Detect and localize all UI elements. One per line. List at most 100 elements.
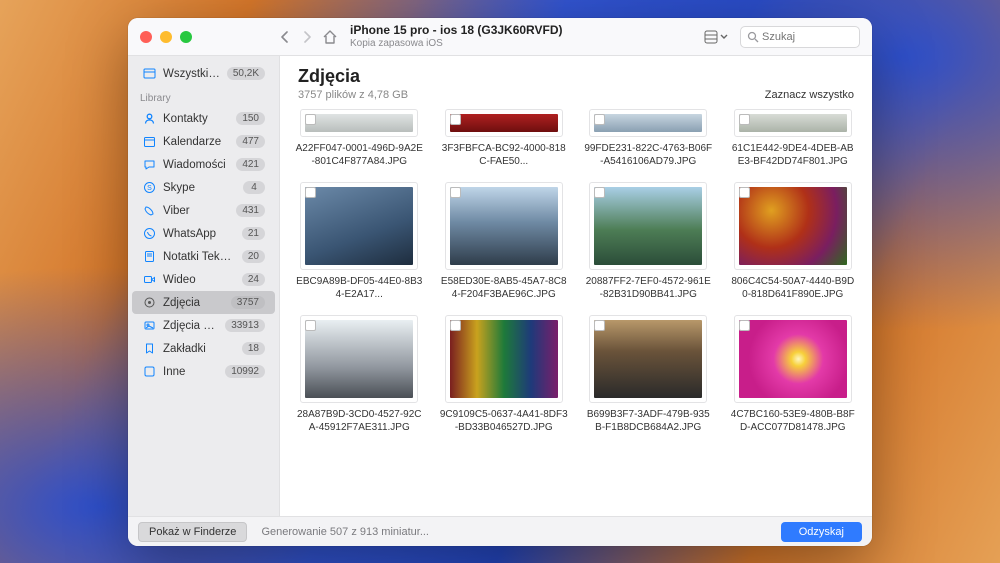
- thumbnail-cell[interactable]: EBC9A89B-DF05-44E0-8B34-E2A17...: [294, 182, 425, 301]
- thumbnail[interactable]: [589, 182, 707, 270]
- thumbnail-filename: B699B3F7-3ADF-479B-935B-F1B8DCB684A2.JPG: [584, 409, 712, 434]
- thumbnail-cell[interactable]: 3F3FBFCA-BC92-4000-818C-FAE50...: [439, 109, 570, 168]
- thumbnail-image: [305, 320, 413, 398]
- sidebar-item-label: Wideo: [163, 274, 235, 286]
- search-input[interactable]: [762, 31, 852, 43]
- bookmarks-icon: [142, 342, 156, 355]
- thumbnail[interactable]: [734, 109, 852, 137]
- sidebar-item-bookmarks[interactable]: Zakładki18: [132, 337, 275, 360]
- thumbnail[interactable]: [734, 315, 852, 403]
- thumbnail-checkbox[interactable]: [450, 114, 461, 125]
- view-options-button[interactable]: [700, 28, 732, 46]
- notes-icon: [142, 250, 156, 263]
- thumbnail[interactable]: [445, 109, 563, 137]
- thumbnail-checkbox[interactable]: [594, 114, 605, 125]
- sidebar-item-badge: 50,2K: [227, 67, 265, 80]
- forward-button[interactable]: [302, 31, 312, 43]
- search-field[interactable]: [740, 26, 860, 48]
- sidebar-item-label: Zdjęcia aplikacji: [163, 320, 218, 332]
- select-all-link[interactable]: Zaznacz wszystko: [765, 89, 854, 101]
- sidebar-item-photos[interactable]: Zdjęcia3757: [132, 291, 275, 314]
- thumbnail-checkbox[interactable]: [305, 320, 316, 331]
- sidebar-item-skype[interactable]: SSkype4: [132, 176, 275, 199]
- status-text: Generowanie 507 z 913 miniatur...: [261, 526, 780, 538]
- thumbnail-cell[interactable]: 20887FF2-7EF0-4572-961E-82B31D90BB41.JPG: [583, 182, 714, 301]
- thumbnail-image: [450, 114, 558, 132]
- thumbnail[interactable]: [734, 182, 852, 270]
- chat-icon: [142, 158, 156, 171]
- window-subtitle: Kopia zapasowa iOS: [350, 38, 700, 49]
- sidebar-item-other[interactable]: Inne10992: [132, 360, 275, 383]
- thumbnail-image: [594, 320, 702, 398]
- sidebar-item-all-files[interactable]: Wszystkie pliki 50,2K: [132, 62, 275, 85]
- thumbnail-image: [594, 114, 702, 132]
- close-window-button[interactable]: [140, 31, 152, 43]
- sidebar-item-label: Viber: [163, 205, 229, 217]
- thumbnail-checkbox[interactable]: [450, 187, 461, 198]
- page-subtitle: 3757 plików z 4,78 GB: [298, 89, 408, 101]
- sidebar: Wszystkie pliki 50,2K Library Kontakty15…: [128, 56, 280, 516]
- zoom-window-button[interactable]: [180, 31, 192, 43]
- other-icon: [142, 365, 156, 378]
- sidebar-item-calendar[interactable]: Kalendarze477: [132, 130, 275, 153]
- thumbnail-cell[interactable]: 806C4C54-50A7-4440-B9D0-818D641F890E.JPG: [728, 182, 859, 301]
- thumbnail-checkbox[interactable]: [305, 187, 316, 198]
- recover-button[interactable]: Odzyskaj: [781, 522, 862, 542]
- thumbnail-cell[interactable]: 61C1E442-9DE4-4DEB-ABE3-BF42DD74F801.JPG: [728, 109, 859, 168]
- thumbnail[interactable]: [300, 182, 418, 270]
- thumbnail-checkbox[interactable]: [594, 320, 605, 331]
- thumbnail-cell[interactable]: 9C9109C5-0637-4A41-8DF3-BD33B046527D.JPG: [439, 315, 570, 434]
- thumbnail-checkbox[interactable]: [739, 114, 750, 125]
- sidebar-item-notes[interactable]: Notatki Tekstowe 20: [132, 245, 275, 268]
- thumbnail-cell[interactable]: 28A87B9D-3CD0-4527-92CA-45912F7AE311.JPG: [294, 315, 425, 434]
- sidebar-section-label: Library: [128, 85, 279, 107]
- page-title: Zdjęcia: [298, 66, 408, 87]
- titlebar: iPhone 15 pro - ios 18 (G3JK60RVFD) Kopi…: [128, 18, 872, 56]
- thumbnail-cell[interactable]: 99FDE231-822C-4763-B06F-A5416106AD79.JPG: [583, 109, 714, 168]
- sidebar-item-badge: 20: [242, 250, 265, 263]
- back-button[interactable]: [280, 31, 290, 43]
- thumbnail[interactable]: [589, 109, 707, 137]
- sidebar-item-label: Notatki Tekstowe: [163, 251, 235, 263]
- thumbnail-checkbox[interactable]: [594, 187, 605, 198]
- sidebar-item-label: WhatsApp: [163, 228, 235, 240]
- thumbnail[interactable]: [445, 182, 563, 270]
- sidebar-item-appphotos[interactable]: Zdjęcia aplikacji33913: [132, 314, 275, 337]
- thumbnail-checkbox[interactable]: [739, 187, 750, 198]
- thumbnail-cell[interactable]: 4C7BC160-53E9-480B-B8FD-ACC077D81478.JPG: [728, 315, 859, 434]
- thumbnail[interactable]: [589, 315, 707, 403]
- thumbnail-filename: 3F3FBFCA-BC92-4000-818C-FAE50...: [440, 143, 568, 168]
- sidebar-item-badge: 18: [242, 342, 265, 355]
- home-icon[interactable]: [322, 29, 338, 45]
- thumbnail-cell[interactable]: B699B3F7-3ADF-479B-935B-F1B8DCB684A2.JPG: [583, 315, 714, 434]
- thumbnail-cell[interactable]: E58ED30E-8AB5-45A7-8C84-F204F3BAE96C.JPG: [439, 182, 570, 301]
- thumbnail-checkbox[interactable]: [305, 114, 316, 125]
- thumbnail-grid: A22FF047-0001-496D-9A2E-801C4F877A84.JPG…: [294, 109, 858, 434]
- appphotos-icon: [142, 319, 156, 332]
- thumbnail-filename: 806C4C54-50A7-4440-B9D0-818D641F890E.JPG: [729, 276, 857, 301]
- sidebar-item-label: Skype: [163, 182, 236, 194]
- sidebar-item-contacts[interactable]: Kontakty150: [132, 107, 275, 130]
- thumbnail-filename: 9C9109C5-0637-4A41-8DF3-BD33B046527D.JPG: [440, 409, 568, 434]
- thumbnail[interactable]: [445, 315, 563, 403]
- thumbnail[interactable]: [300, 109, 418, 137]
- thumbnail-checkbox[interactable]: [450, 320, 461, 331]
- thumbnail-checkbox[interactable]: [739, 320, 750, 331]
- thumbnail-filename: 61C1E442-9DE4-4DEB-ABE3-BF42DD74F801.JPG: [729, 143, 857, 168]
- files-icon: [142, 67, 156, 80]
- sidebar-item-label: Wszystkie pliki: [163, 68, 220, 80]
- thumbnail[interactable]: [300, 315, 418, 403]
- svg-text:S: S: [147, 185, 152, 192]
- sidebar-item-video[interactable]: Wideo24: [132, 268, 275, 291]
- sidebar-item-chat[interactable]: Wiadomości421: [132, 153, 275, 176]
- sidebar-item-badge: 10992: [225, 365, 265, 378]
- minimize-window-button[interactable]: [160, 31, 172, 43]
- nav-arrows: [280, 31, 312, 43]
- sidebar-item-viber[interactable]: Viber431: [132, 199, 275, 222]
- thumbnail-image: [739, 320, 847, 398]
- sidebar-item-whatsapp[interactable]: WhatsApp21: [132, 222, 275, 245]
- thumbnail-cell[interactable]: A22FF047-0001-496D-9A2E-801C4F877A84.JPG: [294, 109, 425, 168]
- show-in-finder-button[interactable]: Pokaż w Finderze: [138, 522, 247, 542]
- title-block: iPhone 15 pro - ios 18 (G3JK60RVFD) Kopi…: [350, 24, 700, 48]
- sidebar-item-label: Kontakty: [163, 113, 229, 125]
